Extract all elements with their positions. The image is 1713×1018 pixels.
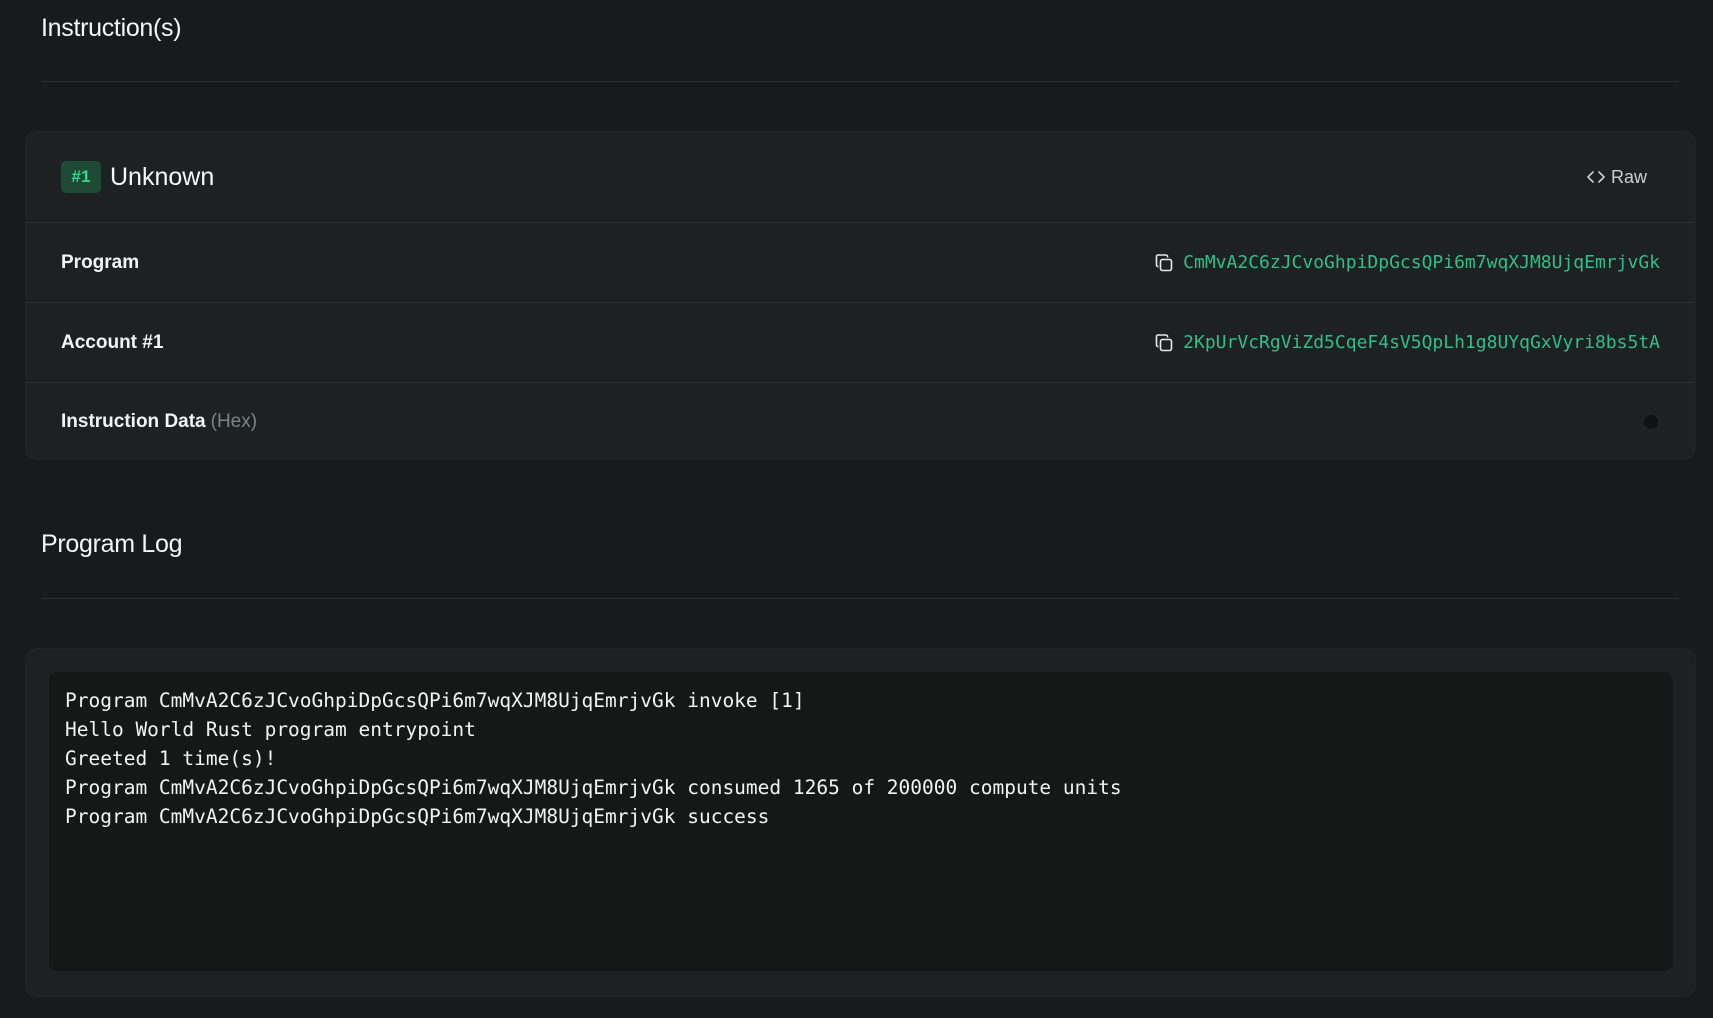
account-address-link[interactable]: 2KpUrVcRgViZd5CqeF4sV5QpLh1g8UYqGxVyri8b…	[1183, 332, 1660, 353]
divider	[41, 598, 1679, 599]
account-value: 2KpUrVcRgViZd5CqeF4sV5QpLh1g8UYqGxVyri8b…	[1154, 332, 1660, 353]
program-log-box: Program CmMvA2C6zJCvoGhpiDpGcsQPi6m7wqXJ…	[49, 672, 1673, 971]
instruction-card-header: #1 Unknown Raw	[26, 132, 1695, 223]
empty-data-indicator	[1644, 414, 1658, 429]
code-brackets-icon	[1587, 170, 1605, 184]
log-line: Greeted 1 time(s)!	[65, 747, 277, 770]
log-line: Program CmMvA2C6zJCvoGhpiDpGcsQPi6m7wqXJ…	[65, 689, 805, 712]
instructions-section-title: Instruction(s)	[41, 14, 182, 42]
program-row: Program CmMvA2C6zJCvoGhpiDpGcsQPi6m7wqXJ…	[26, 223, 1695, 303]
program-label: Program	[61, 251, 140, 273]
raw-button-label: Raw	[1610, 166, 1647, 187]
copy-icon[interactable]	[1154, 333, 1174, 353]
instruction-data-format: (Hex)	[210, 410, 258, 432]
instruction-data-label: Instruction Data	[61, 410, 206, 432]
instruction-data-row: Instruction Data (Hex)	[26, 383, 1695, 459]
account-row: Account #1 2KpUrVcRgViZd5CqeF4sV5QpLh1g8…	[26, 303, 1695, 383]
instruction-name: Unknown	[110, 162, 215, 191]
program-value: CmMvA2C6zJCvoGhpiDpGcsQPi6m7wqXJM8UjqEmr…	[1154, 252, 1660, 273]
log-line: Program CmMvA2C6zJCvoGhpiDpGcsQPi6m7wqXJ…	[65, 805, 770, 828]
instruction-index-badge: #1	[61, 161, 101, 193]
program-log-section-title: Program Log	[41, 530, 183, 558]
log-line: Hello World Rust program entrypoint	[65, 718, 476, 741]
account-label: Account #1	[61, 331, 164, 353]
copy-icon[interactable]	[1154, 253, 1174, 273]
program-address-link[interactable]: CmMvA2C6zJCvoGhpiDpGcsQPi6m7wqXJM8UjqEmr…	[1183, 252, 1660, 273]
program-log-card: Program CmMvA2C6zJCvoGhpiDpGcsQPi6m7wqXJ…	[25, 648, 1696, 997]
page: Instruction(s) #1 Unknown Raw Program Cm…	[0, 0, 1713, 1018]
raw-button[interactable]: Raw	[1587, 167, 1647, 188]
divider	[41, 81, 1679, 82]
log-line: Program CmMvA2C6zJCvoGhpiDpGcsQPi6m7wqXJ…	[65, 776, 1122, 799]
instruction-card: #1 Unknown Raw Program CmMvA2C6zJCvoGhpi…	[25, 131, 1696, 460]
